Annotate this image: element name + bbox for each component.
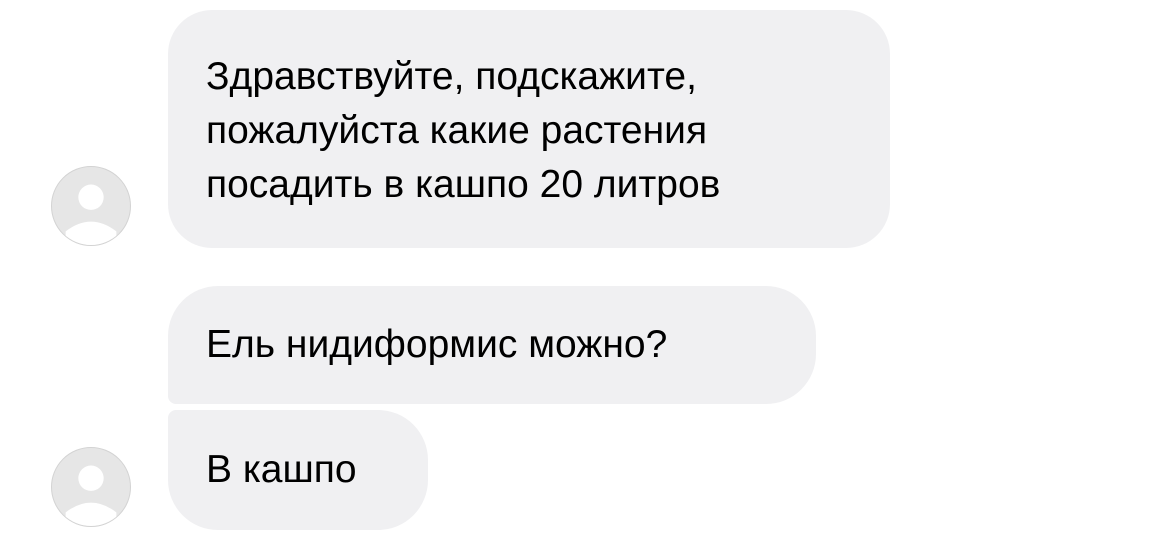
sender-avatar[interactable]: [51, 166, 131, 246]
message-text-line: В кашпо: [206, 448, 357, 491]
default-user-icon: [65, 465, 117, 526]
message-thread: Здравствуйте, подскажите, пожалуйста как…: [0, 0, 1170, 552]
message-bubble[interactable]: Ель нидиформис можно?: [168, 286, 816, 404]
default-user-icon: [65, 184, 117, 245]
sender-avatar[interactable]: [51, 447, 131, 527]
message-text-line: Здравствуйте, подскажите,: [206, 55, 697, 98]
message-text-line: пожалуйста какие растения: [206, 109, 708, 152]
message-text-line: посадить в кашпо 20 литров: [206, 163, 721, 206]
message-text-line: Ель нидиформис можно?: [206, 323, 668, 366]
message-bubble[interactable]: Здравствуйте, подскажите, пожалуйста как…: [168, 10, 890, 248]
message-bubble[interactable]: В кашпо: [168, 410, 428, 530]
